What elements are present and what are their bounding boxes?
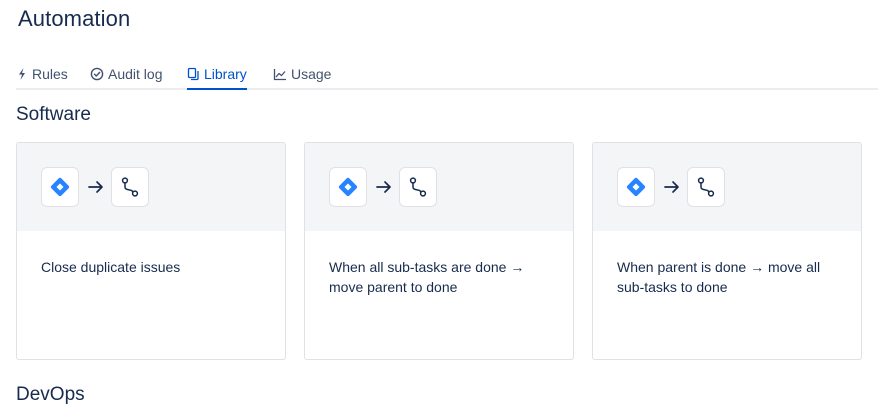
tab-label: Library xyxy=(204,66,247,82)
card-header xyxy=(593,143,861,231)
branch-action-icon xyxy=(399,167,437,207)
arrow-right-icon xyxy=(664,181,679,193)
section-title-software: Software xyxy=(16,104,91,125)
tab-label: Rules xyxy=(32,66,68,82)
copy-icon xyxy=(187,67,200,81)
jira-trigger-icon xyxy=(41,167,79,207)
tab-usage[interactable]: Usage xyxy=(273,60,331,88)
branch-action-icon xyxy=(687,167,725,207)
card-header xyxy=(305,143,573,231)
tab-bar: Rules Audit log Library Usage xyxy=(16,60,878,90)
arrow-right-icon xyxy=(88,181,103,193)
tab-audit-log[interactable]: Audit log xyxy=(90,60,162,88)
template-card[interactable]: When all sub-tasks are done → move paren… xyxy=(304,142,574,360)
tab-label: Audit log xyxy=(108,66,163,82)
section-title-devops: DevOps xyxy=(16,384,85,405)
jira-trigger-icon xyxy=(329,167,367,207)
arrow-right-icon xyxy=(376,181,391,193)
check-circle-icon xyxy=(90,67,104,81)
card-title: When all sub-tasks are done → move paren… xyxy=(329,259,525,295)
card-header xyxy=(17,143,285,231)
card-title: Close duplicate issues xyxy=(41,259,181,275)
branch-action-icon xyxy=(111,167,149,207)
template-card[interactable]: Close duplicate issues xyxy=(16,142,286,360)
tab-library[interactable]: Library xyxy=(187,60,247,90)
card-title: When parent is done → move all sub-tasks… xyxy=(617,259,821,295)
jira-trigger-icon xyxy=(617,167,655,207)
template-card[interactable]: When parent is done → move all sub-tasks… xyxy=(592,142,862,360)
tab-label: Usage xyxy=(291,66,332,82)
chart-line-icon xyxy=(273,67,287,81)
bolt-icon xyxy=(16,67,28,81)
tab-rules[interactable]: Rules xyxy=(16,60,68,88)
page-title: Automation xyxy=(18,6,131,31)
